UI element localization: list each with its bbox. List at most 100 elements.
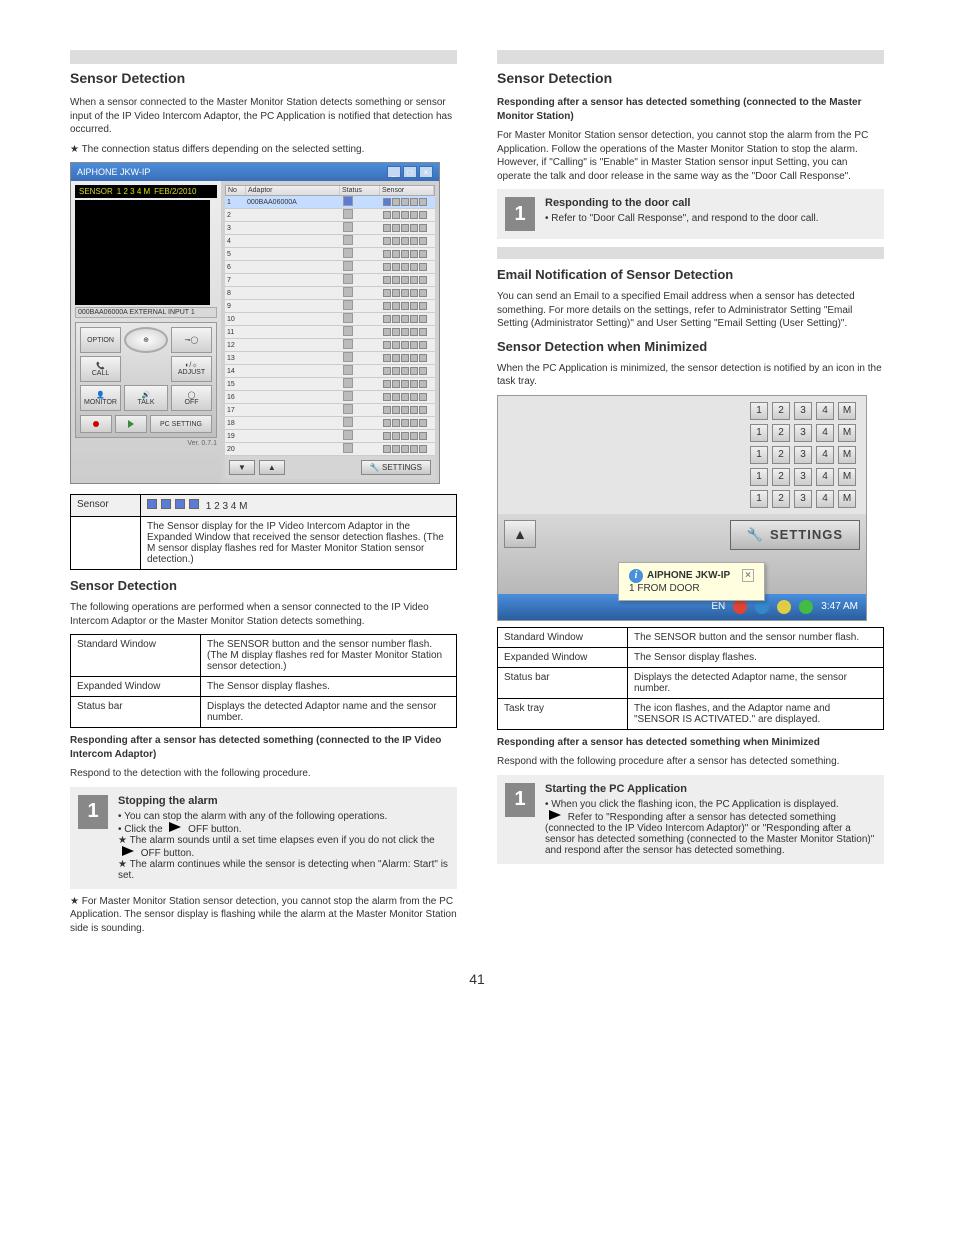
sensor-cell-4: 4 [816, 446, 834, 464]
tray-screenshot: 1234M1234M1234M1234M1234M ▲ 🔧 SETTINGS i… [497, 395, 867, 621]
page-down-button[interactable]: ▼ [229, 460, 255, 475]
response-heading: Responding after a sensor has detected s… [70, 735, 441, 760]
monitor-button[interactable]: 👤MONITOR [80, 385, 121, 411]
sensor-cell-M: M [838, 468, 856, 486]
tray-icon-3 [777, 600, 791, 614]
section-title-right: Sensor Detection [497, 70, 884, 86]
app-window-screenshot: AIPHONE JKW-IP _ □ × SENSOR 1 2 3 4 M FE… [70, 162, 440, 484]
list-row[interactable]: 20 [225, 443, 435, 456]
sensor-cell-M: M [838, 424, 856, 442]
sensor-cell-2: 2 [772, 424, 790, 442]
list-row[interactable]: 5 [225, 248, 435, 261]
up-arrow-button[interactable]: ▲ [504, 520, 536, 548]
sensor-cell-3: 3 [794, 402, 812, 420]
list-row[interactable]: 8 [225, 287, 435, 300]
sensor-cell-1: 1 [750, 446, 768, 464]
sensor-row: 1234M [502, 466, 862, 488]
sensor-date: FEB/2/2010 [154, 187, 196, 196]
record-button[interactable] [80, 415, 112, 433]
pc-setting-button[interactable]: PC SETTING [150, 415, 212, 433]
master-note: ★ For Master Monitor Station sensor dete… [70, 895, 457, 936]
sensor-cell-1: 1 [750, 468, 768, 486]
call-button[interactable]: 📞CALL [80, 356, 121, 382]
settings-button-large[interactable]: 🔧 SETTINGS [730, 520, 860, 550]
sensor-cell-4: 4 [816, 402, 834, 420]
minimized-heading: Sensor Detection when Minimized [497, 339, 884, 354]
sensor-cell-3: 3 [794, 446, 812, 464]
minimize-icon: _ [387, 166, 401, 178]
sensor-cell-3: 3 [794, 468, 812, 486]
list-row[interactable]: 18 [225, 417, 435, 430]
sensor-cell-1: 1 [750, 402, 768, 420]
sensor-detection-text: The following operations are performed w… [70, 601, 457, 628]
right-step-1: 1 Responding to the door call • Refer to… [497, 189, 884, 239]
sensor-row: 1234M [502, 400, 862, 422]
list-row[interactable]: 17 [225, 404, 435, 417]
list-row[interactable]: 14 [225, 365, 435, 378]
list-row[interactable]: 9 [225, 300, 435, 313]
email-notif-text: You can send an Email to a specified Ema… [497, 290, 884, 331]
response-text: Respond to the detection with the follow… [70, 767, 457, 781]
zoom-wheel[interactable]: ⊕ [124, 327, 168, 353]
maximize-icon: □ [403, 166, 417, 178]
response2-text: Respond with the following procedure aft… [497, 755, 884, 769]
tray-icon-4 [799, 600, 813, 614]
sensor-cell-2: 2 [772, 446, 790, 464]
list-row[interactable]: 19 [225, 430, 435, 443]
minimized-table: Standard WindowThe SENSOR button and the… [497, 627, 884, 730]
off-button[interactable]: ◯OFF [171, 385, 212, 411]
video-area [75, 200, 210, 305]
sensor-cell-3: 3 [794, 490, 812, 508]
right-step2-heading: Starting the PC Application [545, 783, 876, 795]
settings-button[interactable]: 🔧 SETTINGS [361, 460, 431, 475]
list-row[interactable]: 7 [225, 274, 435, 287]
app-title: AIPHONE JKW-IP [77, 167, 150, 177]
door-release-icon[interactable]: ⊸◯ [171, 327, 212, 353]
sensor-detection-heading: Sensor Detection [70, 578, 457, 593]
sensor-row: 1234M [502, 444, 862, 466]
list-row[interactable]: 16 [225, 391, 435, 404]
list-row[interactable]: 4 [225, 235, 435, 248]
sensor-row: 1234M [502, 422, 862, 444]
sensor-cell-3: 3 [794, 424, 812, 442]
sensor-numbers: 1 2 3 4 M [117, 187, 150, 196]
sensor-cell-M: M [838, 402, 856, 420]
list-row[interactable]: 1000BAA06000A [225, 196, 435, 209]
balloon-tooltip: i AIPHONE JKW-IP × 1 FROM DOOR [618, 562, 765, 601]
response2-heading: Responding after a sensor has detected s… [497, 737, 820, 748]
list-row[interactable]: 15 [225, 378, 435, 391]
close-icon: × [419, 166, 433, 178]
list-header: No Adaptor Status Sensor [225, 185, 435, 196]
adjust-button[interactable]: ◐/☼ADJUST [171, 356, 212, 382]
tray-icon-2 [755, 600, 769, 614]
video-info: 000BAA06000A EXTERNAL INPUT 1 [75, 307, 217, 318]
page-up-button[interactable]: ▲ [259, 460, 285, 475]
version-label: Ver. 0.7.1 [75, 440, 217, 447]
balloon-close-icon[interactable]: × [742, 569, 754, 582]
talk-button[interactable]: 🔊TALK [124, 385, 168, 411]
sensor-cell-4: 4 [816, 490, 834, 508]
step-1: 1 Stopping the alarm • You can stop the … [70, 787, 457, 889]
sensor-cell-1: 1 [750, 490, 768, 508]
sensor-row: 1234M [502, 488, 862, 510]
operation-table: Standard WindowThe SENSOR button and the… [70, 634, 457, 728]
list-row[interactable]: 2 [225, 209, 435, 222]
arrow-icon [549, 810, 561, 820]
right-step-2: 1 Starting the PC Application • When you… [497, 775, 884, 864]
list-row[interactable]: 6 [225, 261, 435, 274]
section-title-left: Sensor Detection [70, 70, 457, 86]
list-row[interactable]: 12 [225, 339, 435, 352]
option-button[interactable]: OPTION [80, 327, 121, 353]
sensor-cell-4: 4 [816, 468, 834, 486]
sensor-cell-1: 1 [750, 424, 768, 442]
list-row[interactable]: 11 [225, 326, 435, 339]
sensor-cell-2: 2 [772, 468, 790, 486]
sensor-cell-2: 2 [772, 402, 790, 420]
list-row[interactable]: 13 [225, 352, 435, 365]
lang-indicator: EN [711, 601, 725, 612]
sensor-cell-4: 4 [816, 424, 834, 442]
list-row[interactable]: 3 [225, 222, 435, 235]
list-row[interactable]: 10 [225, 313, 435, 326]
page-number: 41 [70, 971, 884, 987]
play-button[interactable] [115, 415, 147, 433]
